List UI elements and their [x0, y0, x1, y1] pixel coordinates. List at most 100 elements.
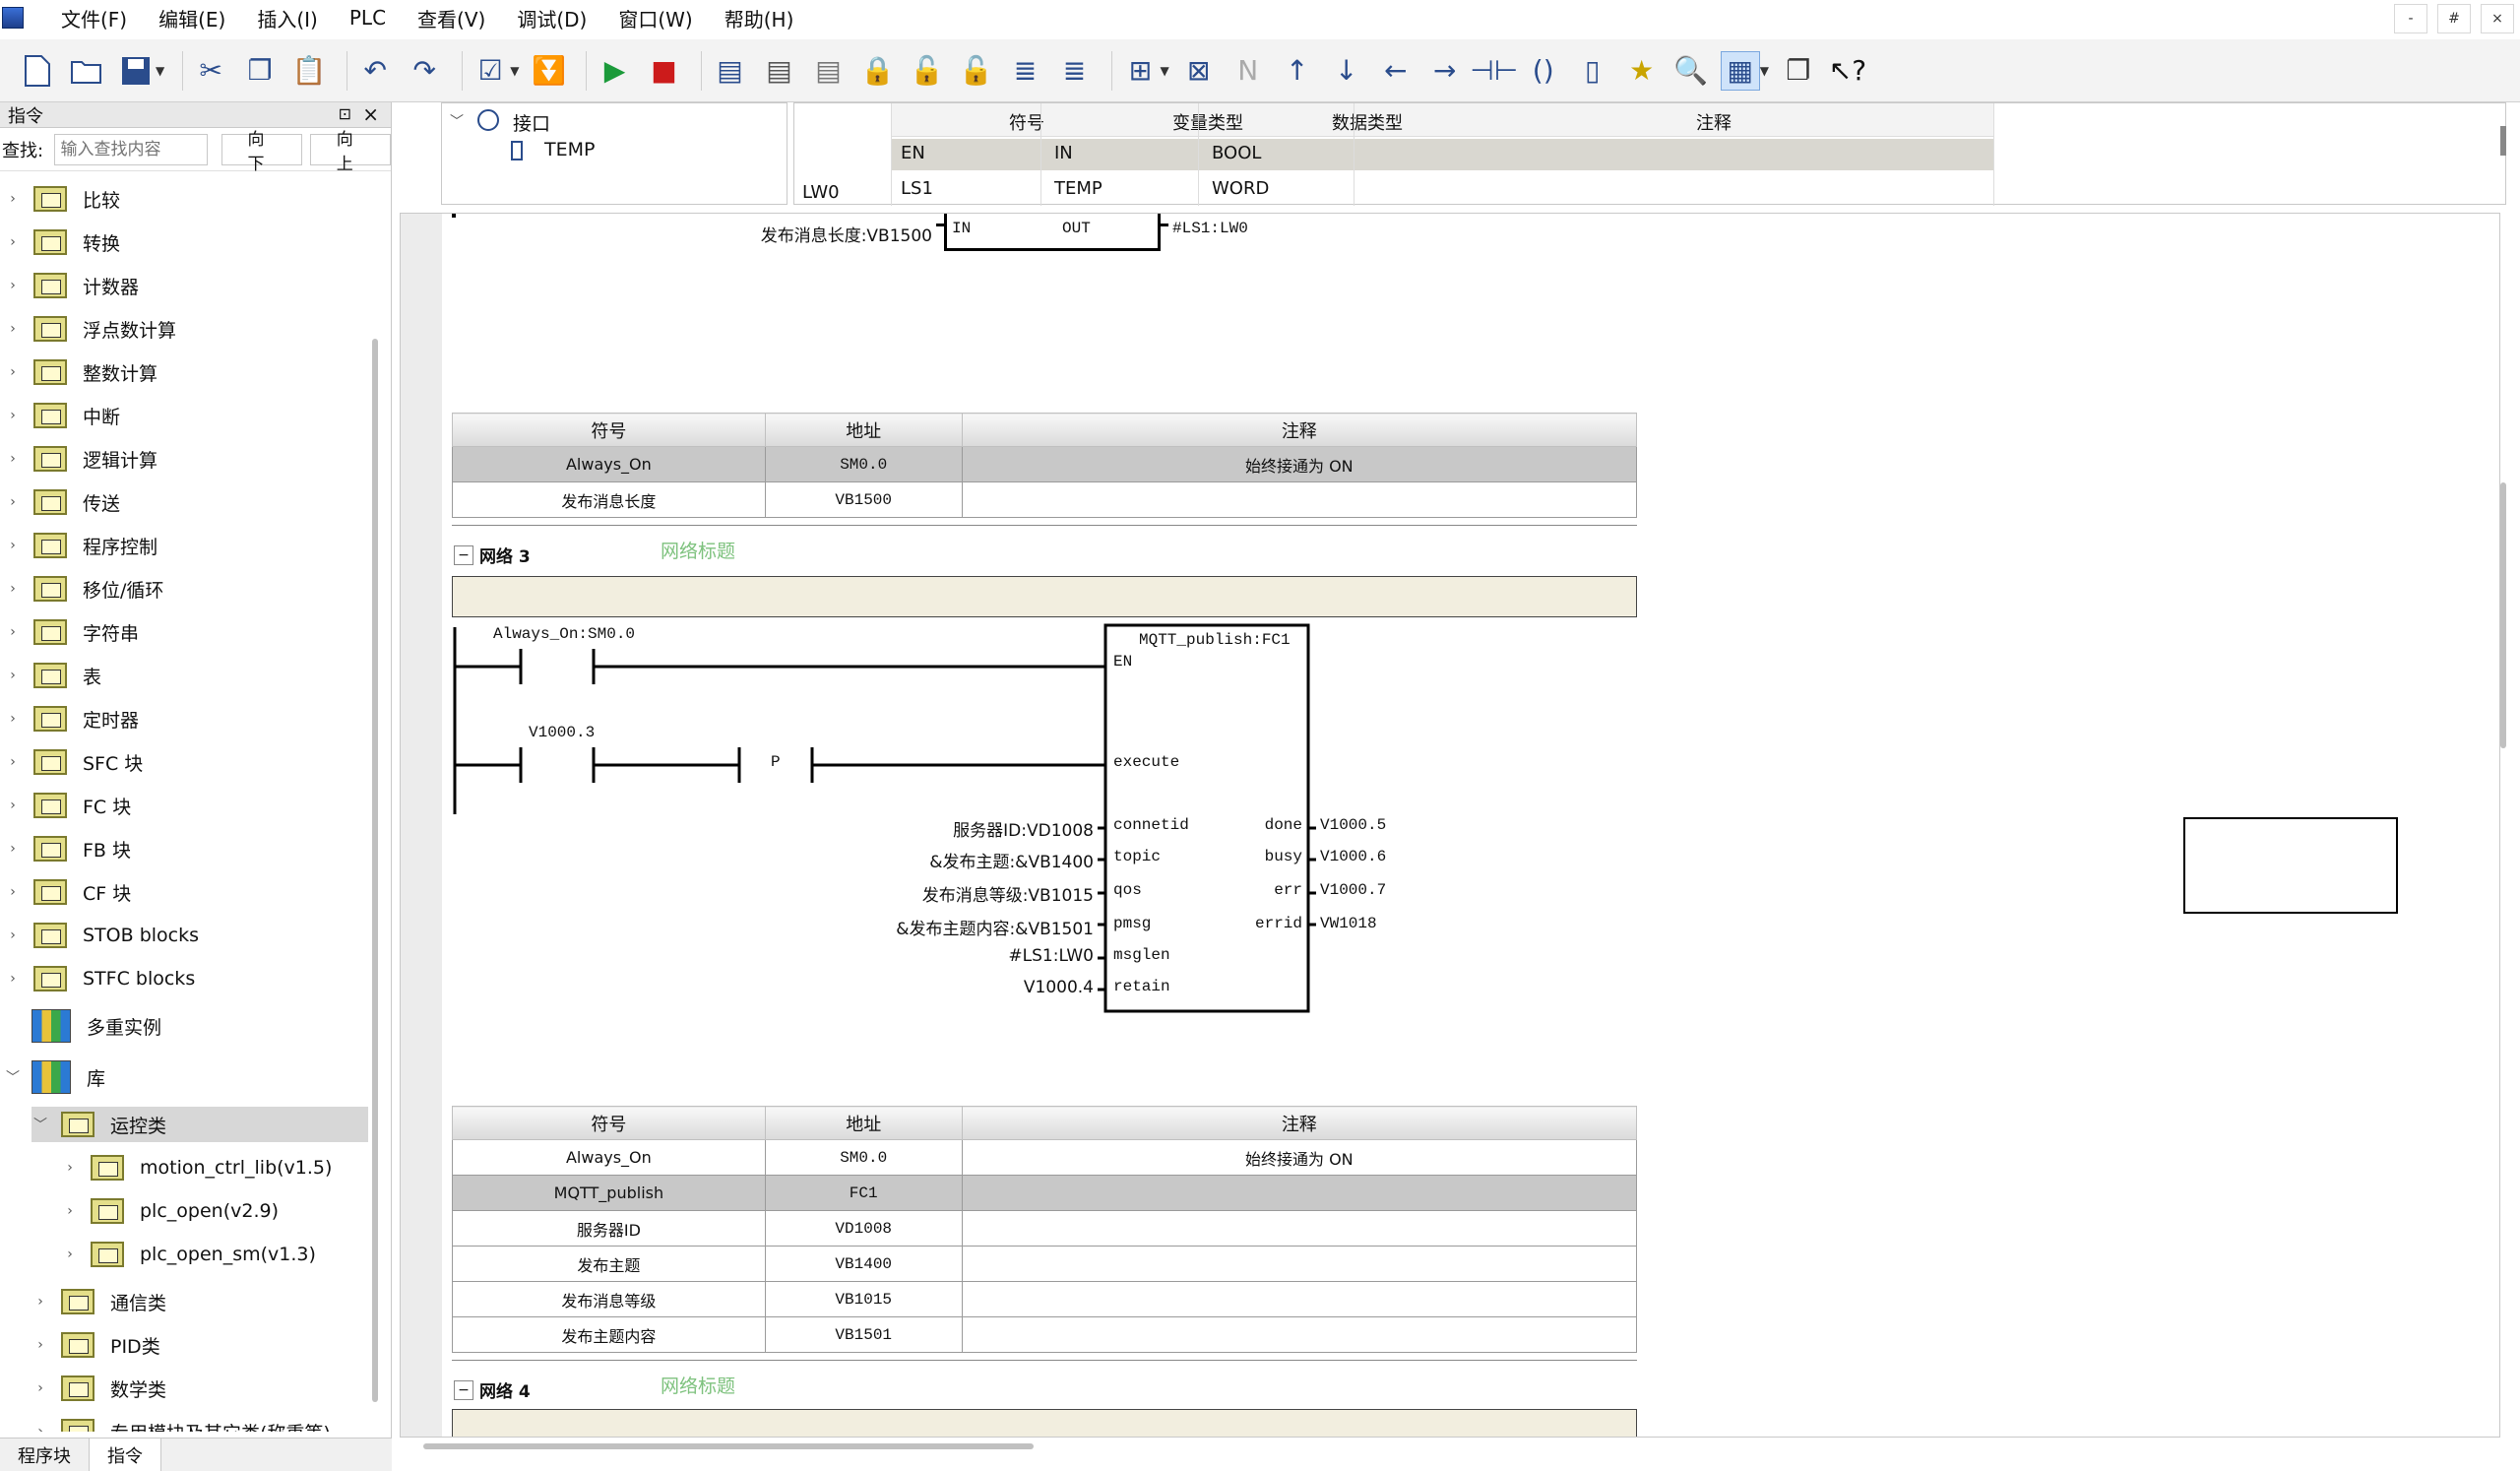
- tree-item-motion-ctrl-lib[interactable]: › motion_ctrl_lib(v1.5): [61, 1150, 368, 1185]
- open-folder-icon[interactable]: [67, 51, 106, 91]
- address-cell[interactable]: VB1501: [764, 1316, 963, 1353]
- comment-cell[interactable]: [961, 1210, 1638, 1247]
- paste-icon[interactable]: 📋: [289, 51, 329, 91]
- chevron-right-icon[interactable]: ›: [4, 971, 22, 987]
- tree-item-counter[interactable]: › 计数器: [4, 268, 368, 303]
- chevron-right-icon[interactable]: ›: [4, 451, 22, 467]
- iface-cell-vtype[interactable]: TEMP: [1054, 178, 1102, 199]
- tree-item-program-control[interactable]: › 程序控制: [4, 528, 368, 563]
- tree-item-math-category[interactable]: › 数学类: [32, 1371, 368, 1406]
- tree-item-sfc-block[interactable]: › SFC 块: [4, 744, 368, 780]
- search-input[interactable]: [53, 133, 208, 165]
- fc-input-label[interactable]: #LS1:LW0: [696, 946, 1094, 966]
- minimize-button[interactable]: -: [2394, 4, 2427, 33]
- menu-edit[interactable]: 编辑(E): [158, 4, 225, 32]
- contact-icon[interactable]: ⊣⊢: [1470, 51, 1518, 91]
- search-up-button[interactable]: 向上: [309, 130, 391, 174]
- tree-item-string[interactable]: › 字符串: [4, 614, 368, 650]
- fc-input-label[interactable]: &发布主题内容:&VB1501: [696, 915, 1094, 939]
- comment-cell[interactable]: [961, 1246, 1638, 1282]
- network4-title[interactable]: 网络标题: [661, 1372, 735, 1398]
- cut-icon[interactable]: ✂: [191, 51, 230, 91]
- fc-output-label[interactable]: V1000.7: [1320, 881, 1386, 899]
- table-status-icon[interactable]: ▤: [759, 51, 798, 91]
- favorite-icon[interactable]: ★: [1622, 51, 1662, 91]
- table-row[interactable]: 发布消息等级 VB1015: [452, 1281, 1638, 1317]
- redo-icon[interactable]: ↷: [405, 51, 444, 91]
- comment-cell[interactable]: 始终接通为 ON: [961, 1139, 1638, 1176]
- symbol-cell[interactable]: 发布消息等级: [452, 1281, 766, 1317]
- chevron-right-icon[interactable]: ›: [4, 841, 22, 857]
- insert-network-dropdown-icon[interactable]: ▼: [1160, 64, 1168, 78]
- address-cell[interactable]: FC1: [764, 1175, 963, 1211]
- fc-output-label[interactable]: V1000.5: [1320, 816, 1386, 834]
- chevron-right-icon[interactable]: ›: [32, 1294, 49, 1310]
- chevron-right-icon[interactable]: ›: [61, 1247, 79, 1262]
- chevron-right-icon[interactable]: ›: [4, 538, 22, 553]
- tree-item-fc-block[interactable]: › FC 块: [4, 788, 368, 823]
- grid-view-icon[interactable]: ▦: [1720, 50, 1760, 91]
- restore-button[interactable]: #: [2437, 4, 2471, 33]
- menu-insert[interactable]: 插入(I): [257, 4, 318, 32]
- lock-icon[interactable]: 🔒: [857, 51, 897, 91]
- interface-temp-label[interactable]: TEMP: [544, 139, 595, 160]
- undo-icon[interactable]: ↶: [355, 51, 395, 91]
- chevron-right-icon[interactable]: ›: [4, 581, 22, 597]
- windows-icon[interactable]: ❐: [1779, 51, 1818, 91]
- menu-help[interactable]: 帮助(H): [724, 4, 794, 32]
- table-row[interactable]: Always_On SM0.0 始终接通为 ON: [452, 1139, 1638, 1176]
- menu-window[interactable]: 窗口(W): [618, 4, 692, 32]
- table-row[interactable]: 服务器ID VD1008: [452, 1210, 1638, 1247]
- comment-cell[interactable]: [961, 1175, 1638, 1211]
- tab-instructions[interactable]: 指令: [90, 1439, 161, 1471]
- tree-item-compare[interactable]: › 比较: [4, 181, 368, 217]
- unlock-blue-icon[interactable]: 🔓: [956, 51, 995, 91]
- delete-network-icon[interactable]: ⊠: [1179, 51, 1219, 91]
- chevron-right-icon[interactable]: ›: [4, 624, 22, 640]
- chevron-right-icon[interactable]: ›: [32, 1424, 49, 1432]
- iface-cell-dtype[interactable]: WORD: [1212, 178, 1269, 199]
- tree-item-multi-instance[interactable]: 多重实例: [4, 1008, 368, 1044]
- collapse-icon[interactable]: −: [454, 1379, 473, 1400]
- chevron-right-icon[interactable]: ›: [4, 408, 22, 423]
- chevron-right-icon[interactable]: ›: [4, 668, 22, 683]
- download-icon[interactable]: ⏬: [529, 51, 568, 91]
- network4-comment[interactable]: [452, 1409, 1637, 1437]
- menu-view[interactable]: 查看(V): [417, 4, 485, 32]
- iface-cell-sym[interactable]: LS1: [901, 178, 933, 199]
- editor-vertical-scrollbar[interactable]: [2500, 482, 2506, 748]
- tree-item-motion-category[interactable]: ﹀ 运控类: [32, 1107, 368, 1142]
- chevron-right-icon[interactable]: ›: [4, 278, 22, 293]
- chevron-right-icon[interactable]: ›: [4, 754, 22, 770]
- symbol-cell[interactable]: 发布主题内容: [452, 1316, 766, 1353]
- chevron-right-icon[interactable]: ›: [4, 927, 22, 943]
- interface-scrollbar[interactable]: [2500, 126, 2506, 156]
- tree-item-logic[interactable]: › 逻辑计算: [4, 441, 368, 477]
- symbol-cell[interactable]: 发布主题: [452, 1246, 766, 1282]
- ladder-editor[interactable]: 发布消息长度:VB1500 IN OUT #LS1:LW0 符号 地址 注释 A…: [400, 213, 2500, 1438]
- line-down-icon[interactable]: ↓: [1327, 51, 1366, 91]
- tree-item-interrupt[interactable]: › 中断: [4, 398, 368, 433]
- tree-item-cf-block[interactable]: › CF 块: [4, 874, 368, 910]
- tree-item-table[interactable]: › 表: [4, 658, 368, 693]
- chevron-right-icon[interactable]: ›: [61, 1160, 79, 1176]
- menu-file[interactable]: 文件(F): [61, 4, 127, 32]
- tree-item-pid-category[interactable]: › PID类: [32, 1327, 368, 1363]
- save-icon[interactable]: [116, 51, 156, 91]
- unlock-icon[interactable]: 🔓: [907, 51, 946, 91]
- fc-output-label[interactable]: V1000.6: [1320, 848, 1386, 865]
- fc-input-label[interactable]: V1000.4: [696, 978, 1094, 997]
- search-down-button[interactable]: 向下: [220, 130, 302, 174]
- tree-item-comm-category[interactable]: › 通信类: [32, 1284, 368, 1319]
- chevron-right-icon[interactable]: ›: [4, 711, 22, 727]
- indent-icon[interactable]: ≣: [1005, 51, 1044, 91]
- new-file-icon[interactable]: [18, 51, 57, 91]
- tree-item-convert[interactable]: › 转换: [4, 224, 368, 260]
- iface-cell-sym[interactable]: EN: [901, 143, 925, 163]
- program-status-icon[interactable]: ▤: [710, 51, 749, 91]
- chevron-right-icon[interactable]: ›: [32, 1380, 49, 1396]
- address-cell[interactable]: VB1015: [764, 1281, 963, 1317]
- fc-input-label[interactable]: 服务器ID:VD1008: [696, 816, 1094, 841]
- table-row[interactable]: 发布主题 VB1400: [452, 1246, 1638, 1282]
- contact-v1000-3-label[interactable]: V1000.3: [529, 724, 595, 741]
